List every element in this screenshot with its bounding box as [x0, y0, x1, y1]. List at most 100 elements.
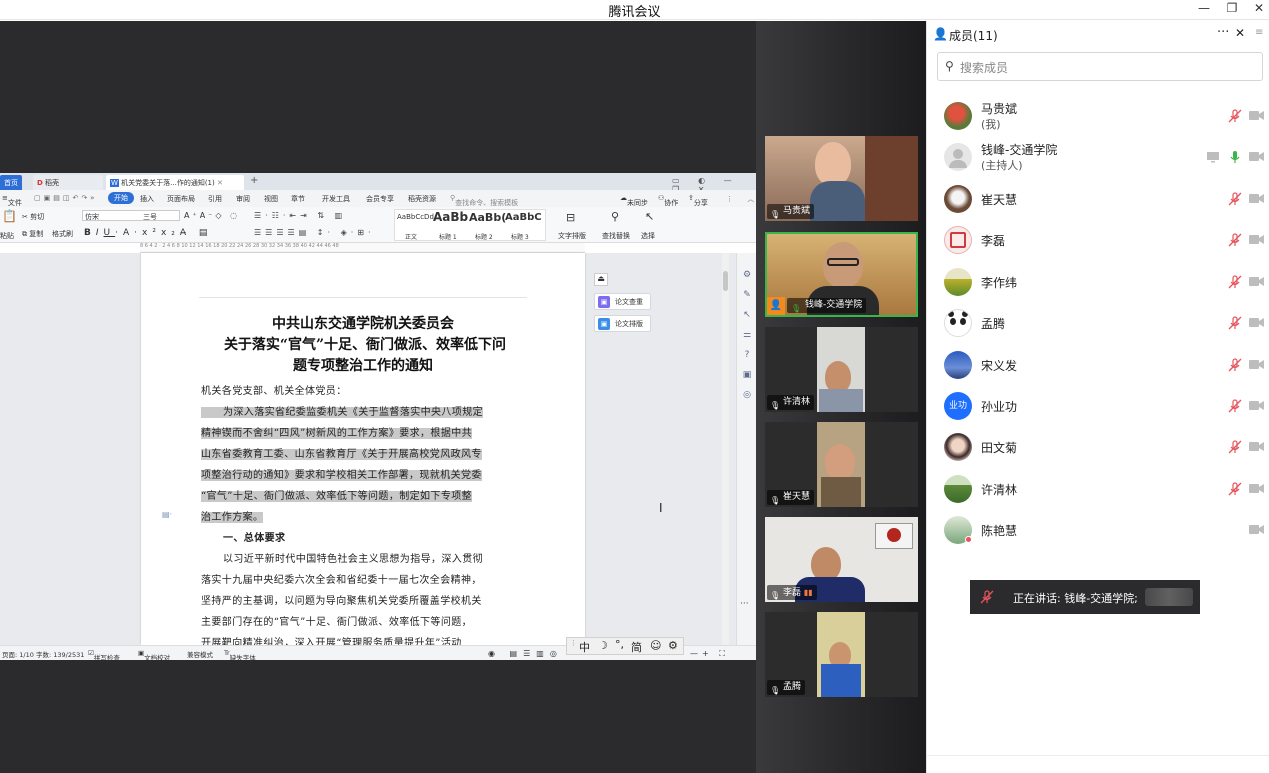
- menu-file[interactable]: ≡ 文件: [2, 194, 22, 207]
- ime-settings-icon[interactable]: ⚙: [668, 639, 678, 652]
- camera-icon[interactable]: [1249, 276, 1264, 287]
- mic-muted-icon[interactable]: [1228, 316, 1242, 330]
- text-format-buttons[interactable]: BIU·A·x²x₂A̶ ▤: [84, 228, 212, 238]
- font-size-tools[interactable]: A⁺A⁻◇ ◌: [184, 211, 240, 220]
- ime-toolbar[interactable]: ⋮ 中 ☽ °, 简 ☺ ⚙: [566, 637, 684, 655]
- style-gallery[interactable]: AaBbCcDd 正文 AaBb 标题 1 AaBb( 标题 2 AaBbC 标…: [394, 209, 546, 241]
- font-family-select[interactable]: 仿宋 三号: [82, 210, 180, 221]
- format-painter-button[interactable]: 格式刷: [52, 229, 73, 239]
- paragraph-handle-icon[interactable]: ▤·: [162, 510, 172, 519]
- doc-tab-active[interactable]: W 机关党委关于落...作的通知(1) ✕: [106, 175, 244, 190]
- mic-muted-icon[interactable]: [1228, 192, 1242, 206]
- menu-view[interactable]: 视图: [264, 194, 278, 204]
- video-tile[interactable]: 🎙 李磊 ▮▮: [765, 517, 918, 602]
- menu-insert[interactable]: 插入: [140, 194, 154, 204]
- doc-proof[interactable]: ▣ 文档校对: [138, 649, 170, 660]
- doc-tab-home[interactable]: 首页: [0, 175, 22, 190]
- style-h2-preview[interactable]: AaBb(: [469, 211, 506, 224]
- cut-button[interactable]: ✂ 剪切: [22, 212, 44, 222]
- view-mode-icons[interactable]: ◉ ▤☰▥◎: [488, 649, 563, 658]
- restore-button[interactable]: ❐: [1221, 1, 1243, 15]
- menu-member[interactable]: 会员专享: [366, 194, 394, 204]
- new-tab-button[interactable]: +: [250, 175, 258, 186]
- text-layout-button[interactable]: 文字排版: [558, 231, 586, 241]
- mic-muted-icon[interactable]: [1228, 482, 1242, 496]
- paragraph-tools[interactable]: ☰·☷·⇤⇥ ⇅ ▥: [254, 211, 346, 220]
- camera-icon[interactable]: [1249, 483, 1264, 494]
- doc-scrollbar[interactable]: [722, 253, 729, 645]
- paper-check-button[interactable]: ▣ 论文查重: [594, 293, 651, 310]
- ime-emoji-icon[interactable]: ☺: [650, 639, 661, 652]
- member-row[interactable]: 李作纬: [927, 262, 1269, 302]
- menu-review[interactable]: 审阅: [236, 194, 250, 204]
- camera-icon[interactable]: [1249, 359, 1264, 370]
- more-icon[interactable]: ···: [1217, 25, 1229, 40]
- paste-icon[interactable]: 📋: [2, 209, 17, 223]
- mic-muted-icon[interactable]: [1228, 109, 1242, 123]
- style-normal-preview[interactable]: AaBbCcDd: [397, 213, 434, 221]
- minimize-button[interactable]: —: [1193, 1, 1215, 15]
- mic-muted-icon[interactable]: [1228, 233, 1242, 247]
- mic-muted-icon[interactable]: [1228, 399, 1242, 413]
- share-button[interactable]: ⇪ 分享: [688, 194, 708, 207]
- member-row[interactable]: 李磊: [927, 220, 1269, 260]
- mic-active-icon[interactable]: [1228, 150, 1242, 164]
- menu-layout[interactable]: 页面布局: [167, 194, 195, 204]
- member-row[interactable]: 业功 孙业功: [927, 386, 1269, 426]
- doc-tab-docer[interactable]: D 稻壳: [33, 175, 103, 190]
- menu-chapter[interactable]: 章节: [291, 194, 305, 204]
- doc-page[interactable]: 中共山东交通学院机关委员会 关于落实“官气”十足、衙门做派、效率低下问 题专项整…: [141, 253, 585, 649]
- menu-start[interactable]: 开始: [108, 192, 134, 204]
- ime-punctuation[interactable]: °,: [615, 638, 624, 651]
- align-buttons[interactable]: ☰☰☰☰▤ ↕· ◈·⊞·: [254, 228, 375, 237]
- mic-muted-icon[interactable]: [1228, 275, 1242, 289]
- select-icon[interactable]: ↖: [645, 210, 654, 223]
- doc-scroll-thumb[interactable]: [723, 271, 728, 291]
- member-row-host[interactable]: 钱峰-交通学院 (主持人): [927, 137, 1269, 177]
- camera-icon[interactable]: [1249, 317, 1264, 328]
- camera-icon[interactable]: [1249, 441, 1264, 452]
- video-tile[interactable]: 🎙 孟腾: [765, 612, 918, 697]
- right-tool-icons[interactable]: ⚙ ✎ ↖ ⚌? ▣ ◎: [740, 265, 754, 405]
- missing-font[interactable]: Tr 缺失字体: [224, 649, 256, 660]
- text-layout-icon[interactable]: ⊟: [566, 211, 575, 224]
- ime-moon-icon[interactable]: ☽: [598, 639, 608, 652]
- member-row[interactable]: 宋义发: [927, 345, 1269, 385]
- ime-simplified[interactable]: 简: [631, 639, 642, 655]
- copy-button[interactable]: ⧉ 复制: [22, 229, 43, 239]
- quick-access-icons[interactable]: ▢▣▤◫↶↷»: [34, 194, 97, 202]
- find-icon[interactable]: ⚲: [611, 210, 619, 223]
- collaborate-button[interactable]: ⚇ 协作: [658, 194, 678, 207]
- video-tile-speaking[interactable]: 👤 🎙 钱峰-交通学院: [765, 232, 918, 317]
- more-tools-icon[interactable]: ···: [740, 599, 749, 609]
- menu-developer[interactable]: 开发工具: [322, 194, 350, 204]
- paper-layout-button[interactable]: ▣ 论文排版: [594, 315, 651, 332]
- member-row[interactable]: 马贵斌 (我): [927, 96, 1269, 136]
- select-button[interactable]: 选择: [641, 231, 655, 241]
- mic-muted-icon[interactable]: [1228, 440, 1242, 454]
- mic-muted-icon[interactable]: [1228, 358, 1242, 372]
- ribbon-toggle[interactable]: ⋮ ︿: [726, 194, 756, 204]
- member-row[interactable]: 陈艳慧: [927, 510, 1269, 550]
- camera-icon[interactable]: [1249, 400, 1264, 411]
- style-h3-preview[interactable]: AaBbC: [505, 212, 542, 223]
- member-row[interactable]: 孟腾: [927, 303, 1269, 343]
- spell-check[interactable]: ☑ 拼写检查: [88, 649, 120, 660]
- ime-chinese-mode[interactable]: 中: [579, 639, 590, 655]
- close-button[interactable]: ✕: [1248, 1, 1269, 15]
- video-tile[interactable]: 🎙 马贵斌: [765, 136, 918, 221]
- paste-button[interactable]: 粘贴: [0, 231, 14, 241]
- video-tile[interactable]: 🎙 崔天慧: [765, 422, 918, 507]
- camera-icon[interactable]: [1249, 234, 1264, 245]
- collapse-icon[interactable]: ⏏: [594, 273, 608, 286]
- style-h1-preview[interactable]: AaBb: [433, 210, 468, 224]
- zoom-controls[interactable]: —+ ⛶: [690, 649, 729, 659]
- menu-docer[interactable]: 稻壳资源: [408, 194, 436, 204]
- member-row[interactable]: 崔天慧: [927, 179, 1269, 219]
- panel-close-button[interactable]: ✕: [1235, 26, 1245, 40]
- member-row[interactable]: 许清林: [927, 469, 1269, 509]
- find-replace-button[interactable]: 查找替换: [602, 231, 630, 241]
- menu-icon[interactable]: ≡: [1255, 27, 1263, 38]
- camera-icon[interactable]: [1249, 524, 1264, 535]
- video-tile[interactable]: 🎙 许清林: [765, 327, 918, 412]
